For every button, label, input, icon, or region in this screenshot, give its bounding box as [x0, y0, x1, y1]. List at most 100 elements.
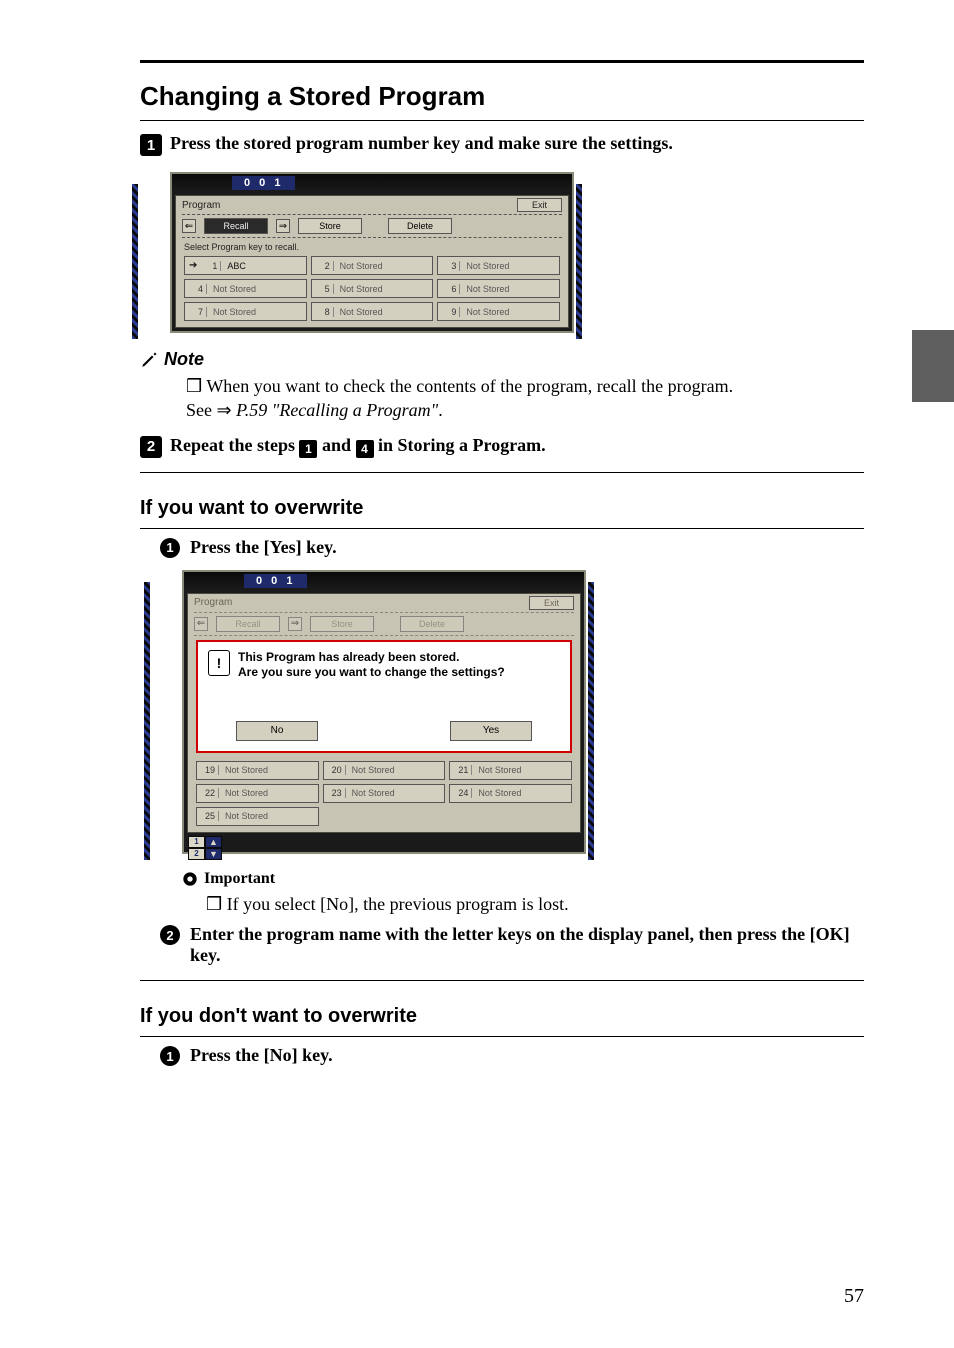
important-body: ❒ If you select [No], the previous progr… [206, 892, 864, 916]
confirm-dialog: ! This Program has already been stored. … [196, 640, 572, 753]
arrow-left-icon: ⇐ [182, 219, 196, 233]
slot-num: 20 [328, 765, 346, 775]
program-slot: 20 Not Stored [323, 761, 446, 780]
program-slot[interactable]: 2Not Stored [311, 256, 434, 275]
rule-under-sub [140, 528, 864, 529]
substep-1-badge: 1 [160, 1046, 180, 1066]
note-label: Note [164, 349, 204, 370]
sub1-prefix: Press the [190, 537, 264, 557]
noover-key: [No] [264, 1045, 298, 1065]
divider [140, 980, 864, 981]
slot-label: Not Stored [213, 284, 256, 294]
substep-1-badge: 1 [160, 538, 180, 558]
slot-label: ABC [227, 261, 246, 271]
arrow-right-icon: ⇒ [276, 219, 290, 233]
store-tab[interactable]: Store [298, 218, 362, 234]
important-heading: Important [182, 870, 864, 888]
overwrite-sub2: 2 Enter the program name with the letter… [160, 924, 864, 966]
overwrite-sub1: 1 Press the [Yes] key. [160, 537, 864, 558]
hatch-right [588, 582, 594, 860]
slot-label: Not Stored [478, 765, 521, 775]
recall-tab[interactable]: Recall [204, 218, 268, 234]
rule-under-sub [140, 1036, 864, 1037]
screenshot-1-panel: Program Exit ⇐ Recall ⇒ Store Delete Sel… [175, 195, 569, 328]
program-slot[interactable]: 4 Not Stored [184, 279, 307, 298]
dialog-no-button[interactable]: No [236, 721, 318, 741]
step-2-prefix: Repeat the steps [170, 435, 299, 455]
program-slot[interactable]: 7 Not Stored [184, 302, 307, 321]
step-1-badge: 1 [140, 134, 162, 156]
important-post: , the previous program is lost. [354, 894, 568, 914]
important-label: Important [204, 870, 275, 888]
program-slot[interactable]: 6Not Stored [437, 279, 560, 298]
important-pre: If you select [227, 894, 320, 914]
pager-down-icon[interactable]: ▼ [205, 848, 222, 860]
pager[interactable]: 1 ▲ 2 ▼ [188, 836, 222, 852]
program-slot[interactable]: 9Not Stored [437, 302, 560, 321]
exit-button[interactable]: Exit [517, 198, 562, 212]
slot-label: Not Stored [466, 307, 509, 317]
slot-label: Not Stored [213, 307, 256, 317]
pager-up-icon[interactable]: ▲ [205, 836, 222, 848]
hatch-left [132, 184, 138, 339]
inline-badge-4: 4 [356, 440, 374, 458]
dialog-yes-button[interactable]: Yes [450, 721, 532, 741]
slot-label: Not Stored [340, 284, 383, 294]
noover-title: If you don't want to overwrite [140, 1005, 864, 1028]
dialog-line-1: This Program has already been stored. [238, 650, 505, 666]
program-slot: 24Not Stored [449, 784, 572, 803]
gear-icon [182, 871, 198, 887]
slot-num: 21 [454, 765, 472, 775]
screenshot-2-topbar: 0 0 1 [184, 572, 584, 590]
arrow-right-icon: ⇒ [288, 617, 302, 631]
sub1-key: [Yes] [264, 537, 302, 557]
sub1-suffix: key. [302, 537, 337, 557]
side-tab [912, 330, 954, 402]
delete-tab: Delete [400, 616, 464, 632]
slot-label: Not Stored [352, 788, 395, 798]
page-number: 57 [844, 1285, 864, 1308]
step-2-mid: and [317, 435, 355, 455]
program-grid: 19 Not Stored 20 Not Stored 21 Not Stored 2… [188, 759, 580, 828]
section-title: Changing a Stored Program [140, 81, 864, 112]
program-slot[interactable]: 8Not Stored [311, 302, 434, 321]
program-grid: ➔1ABC 2Not Stored 3Not Stored 4Not Store… [176, 254, 568, 323]
slot-label: Not Stored [340, 261, 383, 271]
delete-tab[interactable]: Delete [388, 218, 452, 234]
slot-num: 25 [201, 811, 219, 821]
note-body: ❒ When you want to check the contents of… [186, 374, 864, 423]
step-1: 1 Press the stored program number key an… [140, 133, 864, 156]
slot-num: 19 [201, 765, 219, 775]
program-slot: 22Not Stored [196, 784, 319, 803]
program-slot[interactable]: 3Not Stored [437, 256, 560, 275]
slot-num: 7 [189, 307, 207, 317]
slot-num: 5 [316, 284, 334, 294]
screenshot-2-panel: Program Exit ⇐ Recall ⇒ Store Delete ! T… [187, 593, 581, 833]
noover-sub1: 1 Press the [No] key. [160, 1045, 864, 1066]
mode-row: ⇐ Recall ⇒ Store Delete [182, 214, 562, 238]
program-slot: 23 Not Stored [323, 784, 446, 803]
note-heading: Note [140, 349, 864, 370]
slot-label: Not Stored [352, 765, 395, 775]
program-slot[interactable]: ➔1ABC [184, 256, 307, 275]
sub2-key: [OK] [810, 924, 850, 944]
substep-1-text: Press the [No] key. [190, 1045, 333, 1066]
counter-display: 0 0 1 [232, 176, 295, 190]
screenshot-2: 0 0 1 Program Exit ⇐ Recall ⇒ Store Dele… [182, 570, 586, 854]
slot-label: Not Stored [340, 307, 383, 317]
counter-display: 0 0 1 [244, 574, 307, 588]
slot-num: 24 [454, 788, 472, 798]
program-slot[interactable]: 5 Not Stored [311, 279, 434, 298]
rule-top [140, 60, 864, 63]
noover-prefix: Press the [190, 1045, 264, 1065]
recall-tab: Recall [216, 616, 280, 632]
slot-num: 3 [442, 261, 460, 271]
slot-num: 4 [189, 284, 207, 294]
slot-label: Not Stored [225, 765, 268, 775]
overwrite-title: If you want to overwrite [140, 497, 864, 520]
slot-label: Not Stored [466, 284, 509, 294]
arrow-left-icon: ⇐ [194, 617, 208, 631]
substep-2-badge: 2 [160, 925, 180, 945]
slot-num: 23 [328, 788, 346, 798]
pager-total: 2 [188, 848, 205, 860]
